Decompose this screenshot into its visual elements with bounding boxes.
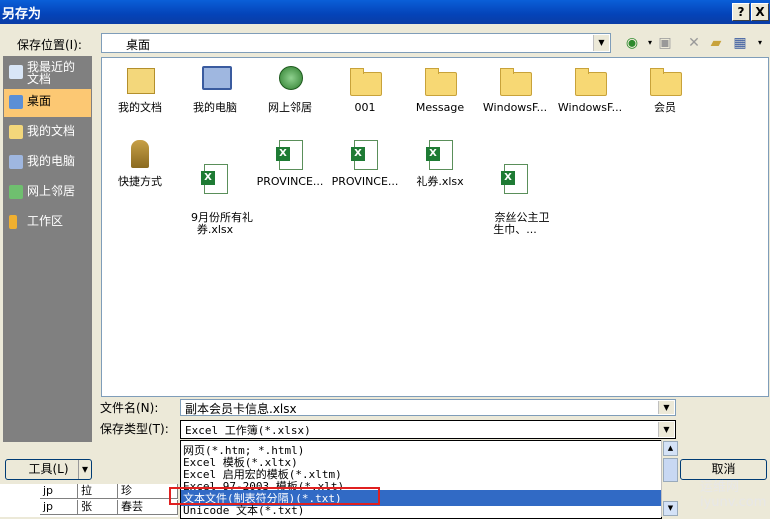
views-icon[interactable]: ▦ (730, 33, 750, 53)
file-item[interactable]: PROVINCE... (252, 138, 328, 188)
folder-icon (425, 68, 457, 96)
folder-icon (650, 68, 682, 96)
spreadsheet-background: jp 拉 珍 jp 张 春芸 (0, 484, 178, 517)
place-desktop[interactable]: 桌面 (4, 89, 91, 117)
chevron-down-icon[interactable]: ▼ (658, 422, 674, 437)
file-name: WindowsF... (557, 101, 623, 114)
desktop-icon (9, 95, 23, 109)
chevron-down-icon[interactable]: ▼ (658, 401, 674, 414)
excel-file-icon (351, 140, 378, 170)
back-icon[interactable]: ◉ (622, 33, 642, 53)
watermark-text: 运维网 iyunv.com (700, 480, 767, 510)
sheet-cell: 张 (78, 500, 118, 515)
place-label: 工作区 (27, 214, 64, 228)
watermark: 运维网 iyunv.com (668, 470, 768, 510)
file-name: 9月份所有礼 券.xlsx (191, 211, 253, 236)
places-bar: 我最近的 文档 桌面 我的文档 我的电脑 网上邻居 工作区 (3, 56, 92, 442)
filename-label: 文件名(N): (100, 401, 159, 415)
excel-file-icon (426, 140, 453, 170)
filename-value: 副本会员卡信息.xlsx (185, 402, 297, 416)
tools-button[interactable]: 工具(L) ▾ (5, 459, 92, 480)
views-dropdown-icon[interactable]: ▾ (750, 33, 770, 53)
file-list[interactable]: 我的文档 我的电脑 网上邻居 001 Message WindowsF... W… (101, 57, 769, 397)
place-label: 我的电脑 (27, 154, 76, 168)
filetype-value: Excel 工作簿(*.xlsx) (185, 424, 311, 437)
place-workspace[interactable]: 工作区 (4, 209, 91, 237)
close-button[interactable]: X (751, 3, 769, 21)
excel-file-icon (276, 140, 303, 170)
file-item[interactable]: Message (402, 64, 478, 114)
file-name: 礼券.xlsx (416, 175, 464, 188)
excel-file-icon (201, 164, 228, 194)
place-my-computer[interactable]: 我的电脑 (4, 149, 91, 177)
filetype-dropdown-list[interactable]: 网页(*.htm; *.html) Excel 模板(*.xltx) Excel… (180, 440, 662, 519)
folder-icon (500, 68, 532, 96)
shortcut-keys-icon (131, 140, 149, 168)
file-name: 会员 (654, 101, 676, 114)
place-recent[interactable]: 我最近的 文档 (4, 59, 91, 87)
up-folder-icon[interactable]: ▣ (655, 33, 675, 53)
file-name: 我的电脑 (193, 101, 237, 114)
highlight-box (169, 487, 380, 505)
place-network[interactable]: 网上邻居 (4, 179, 91, 207)
place-label: 我最近的 文档 (27, 60, 76, 86)
place-label: 我的文档 (27, 124, 76, 138)
file-item[interactable]: 001 (327, 64, 403, 114)
help-button[interactable]: ? (732, 3, 750, 21)
filetype-select[interactable]: Excel 工作簿(*.xlsx) ▼ (180, 420, 676, 439)
file-item[interactable]: PROVINCE... (327, 138, 403, 188)
network-icon (279, 66, 303, 90)
my-documents-icon (127, 68, 155, 94)
filetype-label: 保存类型(T): (100, 422, 169, 436)
folder-icon (350, 68, 382, 96)
save-location-combo[interactable]: 桌面 ▼ (101, 33, 611, 53)
sheet-cell: 拉 (78, 484, 118, 499)
window-title: 另存为 (2, 7, 42, 22)
file-item[interactable]: 奈丝公主卫 生巾、... (477, 138, 553, 248)
save-location-label: 保存位置(I): (17, 38, 82, 52)
recent-documents-icon (9, 65, 23, 79)
title-bar: 另存为 ? X (0, 0, 770, 24)
file-item[interactable]: 我的文档 (102, 64, 178, 114)
file-name: 我的文档 (118, 101, 162, 114)
file-name: 奈丝公主卫 生巾、... (493, 211, 550, 236)
chevron-down-icon: ▾ (77, 460, 88, 479)
excel-file-icon (501, 164, 528, 194)
my-computer-icon (202, 66, 232, 90)
workspace-icon (9, 215, 17, 229)
file-item[interactable]: 快捷方式 (102, 138, 178, 188)
file-item[interactable]: WindowsF... (552, 64, 628, 114)
filename-input[interactable]: 副本会员卡信息.xlsx ▼ (180, 399, 676, 416)
network-icon (9, 185, 23, 199)
folder-icon (575, 68, 607, 96)
file-name: 快捷方式 (118, 175, 162, 188)
file-item[interactable]: 9月份所有礼 券.xlsx (177, 138, 253, 248)
file-item[interactable]: WindowsF... (477, 64, 553, 114)
file-item[interactable]: 网上邻居 (252, 64, 328, 114)
sheet-cell: jp (40, 500, 78, 515)
file-name: Message (415, 101, 465, 114)
file-name: WindowsF... (482, 101, 548, 114)
file-name: 网上邻居 (268, 101, 312, 114)
place-label: 桌面 (27, 94, 52, 108)
scroll-up-icon[interactable]: ▲ (663, 441, 678, 456)
file-name: PROVINCE... (331, 175, 399, 188)
file-item[interactable]: 会员 (627, 64, 703, 114)
delete-icon[interactable]: ✕ (684, 33, 704, 53)
file-item[interactable]: 我的电脑 (177, 64, 253, 114)
file-item[interactable]: 礼券.xlsx (402, 138, 478, 188)
file-name: 001 (354, 101, 376, 114)
sheet-cell: jp (40, 484, 78, 499)
place-label: 网上邻居 (27, 184, 76, 198)
my-computer-icon (9, 155, 23, 169)
file-name: PROVINCE... (256, 175, 324, 188)
new-folder-icon[interactable]: ▰ (706, 33, 726, 53)
my-documents-icon (9, 125, 23, 139)
chevron-down-icon[interactable]: ▼ (593, 35, 609, 51)
save-location-value: 桌面 (126, 38, 151, 52)
tools-label: 工具(L) (28, 462, 69, 476)
place-my-documents[interactable]: 我的文档 (4, 119, 91, 147)
